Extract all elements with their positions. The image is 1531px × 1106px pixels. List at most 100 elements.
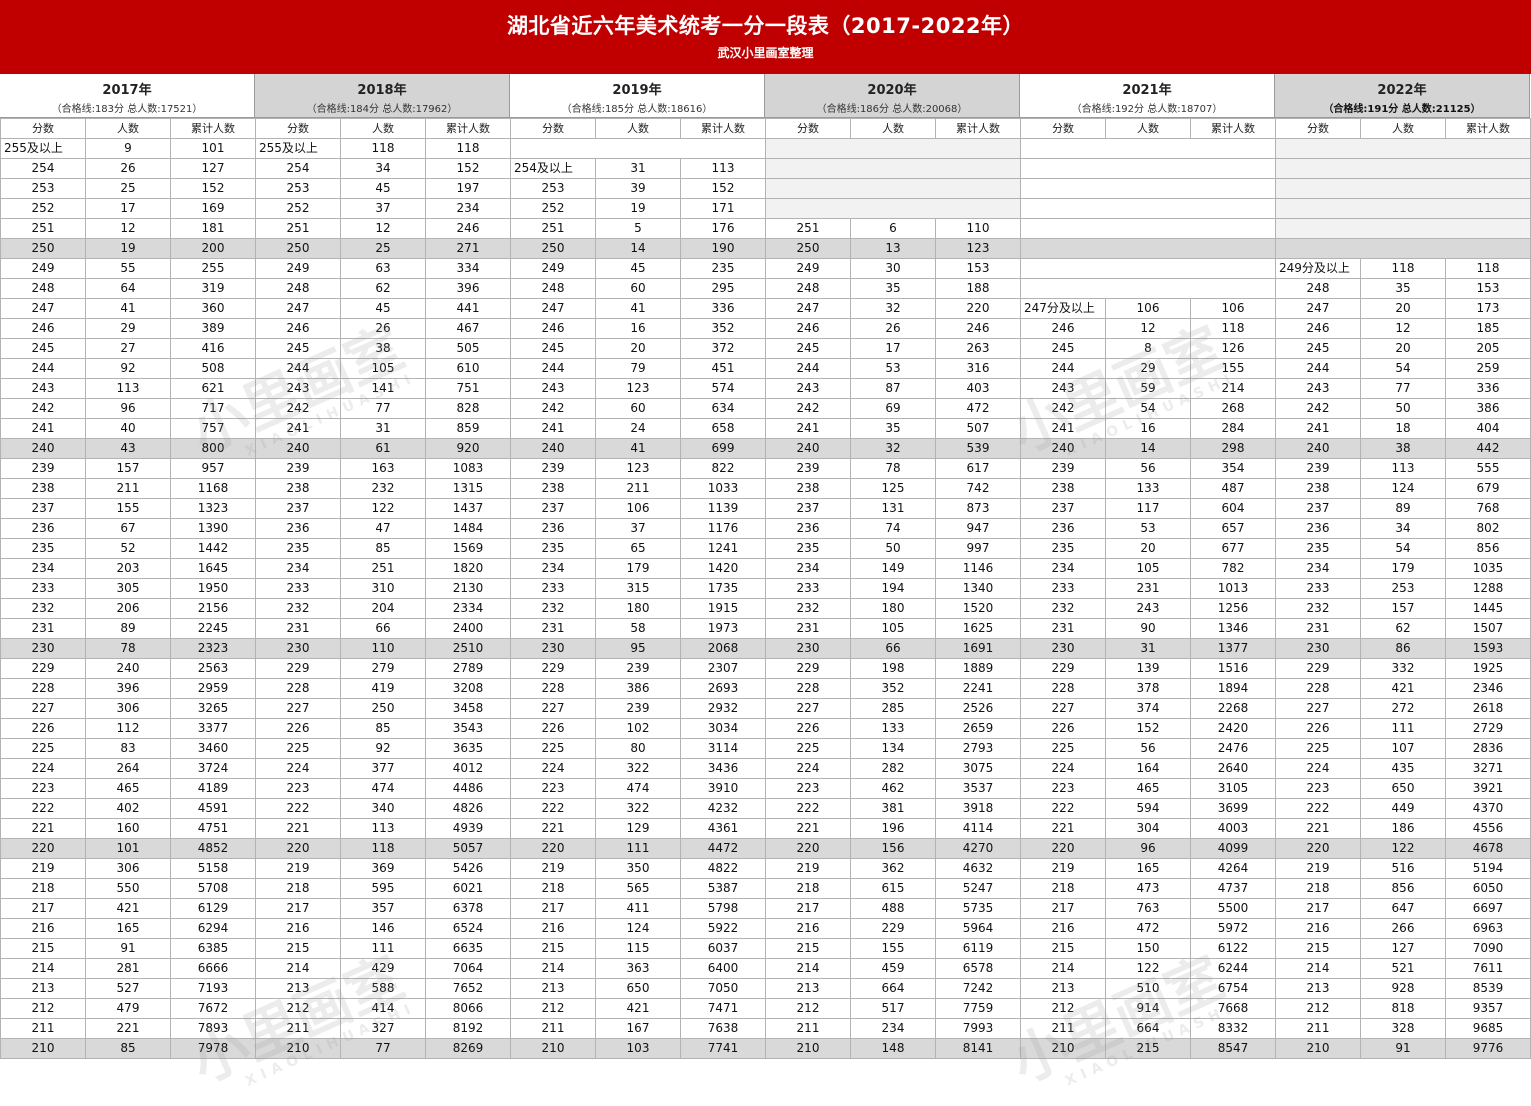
count-cell: 111	[1360, 718, 1446, 739]
score-cell: 212	[0, 998, 86, 1019]
cumulative-cell: 389	[170, 318, 256, 339]
cumulative-cell: 7050	[680, 978, 766, 999]
table-row: 248 64 319 248 62 396 248 60 295 248 35 188 248 35 153	[0, 278, 1531, 299]
cumulative-cell: 1340	[935, 578, 1021, 599]
count-cell: 55	[85, 258, 171, 279]
cumulative-cell: 155	[1190, 358, 1276, 379]
score-cell: 210	[510, 1038, 596, 1059]
cumulative-cell: 828	[425, 398, 511, 419]
cumulative-cell: 169	[170, 198, 256, 219]
score-cell: 249	[255, 258, 341, 279]
score-cell: 239	[510, 458, 596, 479]
cumulative-cell: 360	[170, 298, 256, 319]
score-cell: 213	[255, 978, 341, 999]
cumulative-cell: 6697	[1445, 898, 1531, 919]
table-row: 217 421 6129 217 357 6378 217 411 5798 217 488 5735…	[0, 898, 1531, 919]
score-cell: 233	[1275, 578, 1361, 599]
score-cell: 239	[765, 458, 851, 479]
score-cell: 234	[0, 558, 86, 579]
score-cell: 234	[1020, 558, 1106, 579]
score-cell: 232	[765, 598, 851, 619]
score-cell: 215	[255, 938, 341, 959]
count-cell: 239	[595, 698, 681, 719]
cumulative-cell: 3460	[170, 738, 256, 759]
count-cell: 279	[340, 658, 426, 679]
count-cell: 357	[340, 898, 426, 919]
count-cell: 386	[595, 678, 681, 699]
cumulative-cell: 9776	[1445, 1038, 1531, 1059]
empty-cell	[1275, 238, 1531, 259]
score-cell: 243	[1020, 378, 1106, 399]
cumulative-cell: 6050	[1445, 878, 1531, 899]
score-cell: 238	[510, 478, 596, 499]
score-cell: 245	[0, 338, 86, 359]
score-cell: 246	[765, 318, 851, 339]
cumulative-cell: 7638	[680, 1018, 766, 1039]
year-label: 2018年	[357, 83, 407, 98]
count-cell: 565	[595, 878, 681, 899]
count-cell: 32	[850, 438, 936, 459]
count-cell: 198	[850, 658, 936, 679]
score-cell: 226	[255, 718, 341, 739]
count-cell: 20	[595, 338, 681, 359]
column-header: 分数	[1020, 118, 1106, 139]
cumulative-cell: 679	[1445, 478, 1531, 499]
count-cell: 34	[340, 158, 426, 179]
count-cell: 449	[1360, 798, 1446, 819]
score-cell: 237	[765, 498, 851, 519]
count-cell: 113	[85, 378, 171, 399]
score-cell: 223	[1275, 778, 1361, 799]
score-cell: 239	[0, 458, 86, 479]
score-cell: 251	[765, 218, 851, 239]
cumulative-cell: 5057	[425, 838, 511, 859]
cumulative-cell: 127	[170, 158, 256, 179]
score-cell: 223	[0, 778, 86, 799]
cumulative-cell: 123	[935, 238, 1021, 259]
score-cell: 214	[255, 958, 341, 979]
year-header-2: 2019年 （合格线:185分 总人数:18616）	[510, 74, 765, 118]
count-cell: 327	[340, 1018, 426, 1039]
count-cell: 818	[1360, 998, 1446, 1019]
year-stats: （合格线:191分 总人数:21125）	[1323, 104, 1481, 115]
title-banner: 湖北省近六年美术统考一分一段表（2017-2022年） 武汉小里画室整理	[0, 0, 1531, 74]
cumulative-cell: 2526	[935, 698, 1021, 719]
score-cell: 240	[1020, 438, 1106, 459]
empty-cell	[1020, 218, 1276, 239]
column-header: 人数	[850, 118, 936, 139]
count-cell: 369	[340, 858, 426, 879]
score-cell: 232	[510, 598, 596, 619]
count-cell: 264	[85, 758, 171, 779]
count-cell: 231	[1105, 578, 1191, 599]
score-cell: 250	[510, 238, 596, 259]
score-cell: 222	[510, 798, 596, 819]
score-cell: 222	[1275, 798, 1361, 819]
table-row: 255及以上 9 101 255及以上 118 118	[0, 138, 1531, 159]
count-cell: 89	[1360, 498, 1446, 519]
table-row: 219 306 5158 219 369 5426 219 350 4822 219 362 4632…	[0, 858, 1531, 879]
score-cell: 217	[510, 898, 596, 919]
cumulative-cell: 126	[1190, 338, 1276, 359]
count-cell: 69	[850, 398, 936, 419]
count-cell: 155	[85, 498, 171, 519]
cumulative-cell: 4822	[680, 858, 766, 879]
score-cell: 238	[1275, 478, 1361, 499]
count-cell: 35	[850, 418, 936, 439]
count-cell: 78	[850, 458, 936, 479]
count-cell: 149	[850, 558, 936, 579]
count-cell: 664	[1105, 1018, 1191, 1039]
score-cell: 233	[255, 578, 341, 599]
score-cell: 235	[1020, 538, 1106, 559]
score-cell: 220	[1020, 838, 1106, 859]
score-cell: 235	[0, 538, 86, 559]
column-header-row: 分数 人数 累计人数 分数 人数 累计人数 分数 人数 累计人数 分数 人数 累计人数 分数 人数 累计人数…	[0, 118, 1531, 139]
count-cell: 29	[85, 318, 171, 339]
score-cell: 219	[1275, 858, 1361, 879]
score-cell: 238	[0, 478, 86, 499]
table-row: 211 221 7893 211 327 8192 211 167 7638 211 234 7993…	[0, 1018, 1531, 1039]
cumulative-cell: 507	[935, 418, 1021, 439]
score-cell: 219	[0, 858, 86, 879]
score-cell: 214	[1275, 958, 1361, 979]
score-cell: 249分及以上	[1275, 258, 1361, 279]
cumulative-cell: 6129	[170, 898, 256, 919]
cumulative-cell: 8141	[935, 1038, 1021, 1059]
